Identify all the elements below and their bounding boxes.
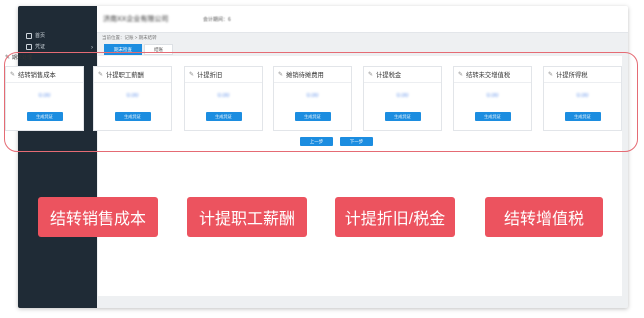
- annotation-staff-salary: 计提职工薪酬: [187, 197, 307, 237]
- annotation-sales-cost: 结转销售成本: [38, 197, 158, 237]
- highlight-box: [4, 52, 638, 152]
- chevron-right-icon[interactable]: ›: [91, 45, 93, 51]
- breadcrumb: 当前位置：记账 > 期末结转: [102, 35, 157, 40]
- annotation-depreciation-tax: 计提折旧/税金: [335, 197, 455, 237]
- sidebar-item-label: 凭证: [35, 44, 46, 50]
- home-icon: [26, 32, 32, 39]
- sidebar-item-home[interactable]: 首页: [26, 32, 45, 39]
- top-bar: 济南XX企业有限公司 会计期间：6: [97, 6, 628, 33]
- sidebar-item-label: 首页: [35, 33, 46, 39]
- sidebar-item-voucher[interactable]: 凭证: [26, 43, 45, 50]
- document-icon: [26, 43, 32, 50]
- period-selector[interactable]: 会计期间：6: [203, 16, 231, 23]
- company-name: 济南XX企业有限公司: [103, 16, 169, 23]
- annotation-vat-transfer: 结转增值税: [485, 197, 603, 237]
